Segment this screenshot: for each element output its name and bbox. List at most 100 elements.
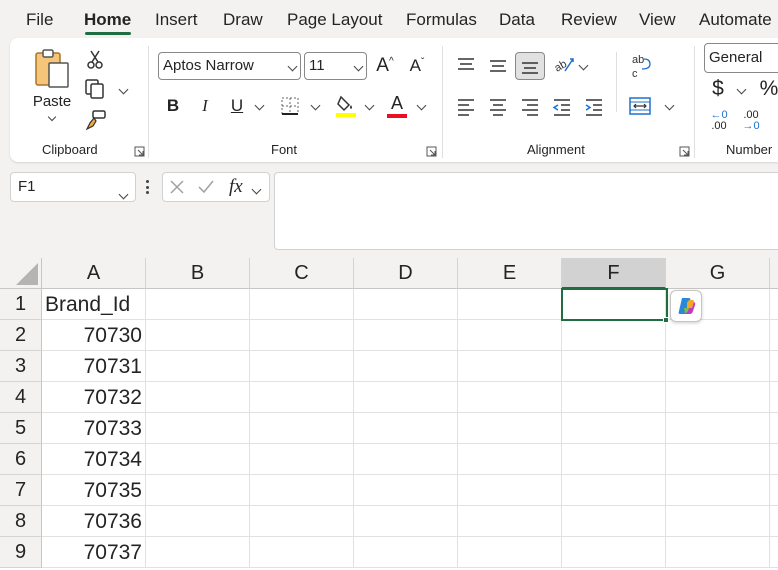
name-box-dropdown-icon[interactable] bbox=[118, 180, 129, 208]
cell-e9[interactable] bbox=[458, 537, 562, 568]
cell-b3[interactable] bbox=[146, 351, 250, 382]
cell-c1[interactable] bbox=[250, 289, 354, 320]
decrease-decimal-button[interactable]: .00 →0 bbox=[738, 108, 764, 134]
tab-formulas[interactable]: Formulas bbox=[406, 10, 477, 30]
cell-d8[interactable] bbox=[354, 506, 458, 537]
number-format-combo[interactable]: General bbox=[704, 43, 778, 73]
copy-dropdown-icon[interactable] bbox=[116, 82, 130, 96]
font-color-dropdown-icon[interactable] bbox=[414, 98, 428, 112]
paste-icon[interactable] bbox=[32, 46, 72, 92]
cell-a7[interactable]: 70735 bbox=[42, 475, 146, 506]
underline-button[interactable]: U bbox=[226, 94, 248, 118]
orientation-icon[interactable]: ab bbox=[552, 54, 576, 76]
merge-center-icon[interactable] bbox=[626, 94, 654, 118]
tab-home[interactable]: Home bbox=[84, 10, 131, 30]
select-all-button[interactable] bbox=[0, 258, 42, 289]
cancel-entry-icon[interactable] bbox=[169, 179, 185, 200]
tab-automate[interactable]: Automate bbox=[699, 10, 772, 30]
column-header-h[interactable] bbox=[770, 258, 778, 289]
cell-b9[interactable] bbox=[146, 537, 250, 568]
cell-a6[interactable]: 70734 bbox=[42, 444, 146, 475]
cell-b8[interactable] bbox=[146, 506, 250, 537]
cell-e3[interactable] bbox=[458, 351, 562, 382]
row-header-6[interactable]: 6 bbox=[0, 444, 42, 475]
cell-c7[interactable] bbox=[250, 475, 354, 506]
cell-g9[interactable] bbox=[666, 537, 770, 568]
cell-g8[interactable] bbox=[666, 506, 770, 537]
cell-h5[interactable] bbox=[770, 413, 778, 444]
cell-d4[interactable] bbox=[354, 382, 458, 413]
column-header-a[interactable]: A bbox=[42, 258, 146, 289]
row-header-5[interactable]: 5 bbox=[0, 413, 42, 444]
row-header-4[interactable]: 4 bbox=[0, 382, 42, 413]
cell-b2[interactable] bbox=[146, 320, 250, 351]
cell-f4[interactable] bbox=[562, 382, 666, 413]
align-center-icon[interactable] bbox=[486, 96, 510, 118]
format-painter-icon[interactable] bbox=[84, 108, 108, 132]
cell-b7[interactable] bbox=[146, 475, 250, 506]
row-header-2[interactable]: 2 bbox=[0, 320, 42, 351]
cell-d3[interactable] bbox=[354, 351, 458, 382]
formula-bar-grip-icon[interactable] bbox=[146, 180, 150, 194]
cell-g2[interactable] bbox=[666, 320, 770, 351]
cell-g5[interactable] bbox=[666, 413, 770, 444]
tab-page-layout[interactable]: Page Layout bbox=[287, 10, 382, 30]
wrap-text-icon[interactable]: ab c bbox=[628, 52, 654, 80]
confirm-entry-icon[interactable] bbox=[197, 179, 215, 200]
cell-h1[interactable] bbox=[770, 289, 778, 320]
font-dialog-launcher-icon[interactable] bbox=[426, 144, 437, 157]
cell-g6[interactable] bbox=[666, 444, 770, 475]
align-bottom-icon[interactable] bbox=[515, 52, 545, 80]
copilot-button[interactable] bbox=[670, 290, 702, 322]
cell-a3[interactable]: 70731 bbox=[42, 351, 146, 382]
tab-file[interactable]: File bbox=[26, 10, 53, 30]
tab-review[interactable]: Review bbox=[561, 10, 617, 30]
font-size-combo[interactable]: 11 bbox=[304, 52, 367, 80]
cell-d6[interactable] bbox=[354, 444, 458, 475]
font-color-button[interactable]: A bbox=[386, 92, 408, 120]
row-header-1[interactable]: 1 bbox=[0, 289, 42, 320]
tab-view[interactable]: View bbox=[639, 10, 676, 30]
paste-button[interactable]: Paste bbox=[32, 92, 72, 110]
alignment-dialog-launcher-icon[interactable] bbox=[679, 144, 690, 157]
merge-center-dropdown-icon[interactable] bbox=[662, 98, 676, 112]
cell-e5[interactable] bbox=[458, 413, 562, 444]
cell-d1[interactable] bbox=[354, 289, 458, 320]
row-header-9[interactable]: 9 bbox=[0, 537, 42, 568]
cell-h7[interactable] bbox=[770, 475, 778, 506]
font-name-dropdown-icon[interactable] bbox=[287, 53, 298, 79]
cell-h9[interactable] bbox=[770, 537, 778, 568]
cell-a5[interactable]: 70733 bbox=[42, 413, 146, 444]
cell-h3[interactable] bbox=[770, 351, 778, 382]
fill-handle[interactable] bbox=[663, 317, 669, 323]
column-header-d[interactable]: D bbox=[354, 258, 458, 289]
column-header-c[interactable]: C bbox=[250, 258, 354, 289]
cell-c9[interactable] bbox=[250, 537, 354, 568]
cell-f3[interactable] bbox=[562, 351, 666, 382]
cell-e1[interactable] bbox=[458, 289, 562, 320]
cell-d5[interactable] bbox=[354, 413, 458, 444]
increase-indent-icon[interactable] bbox=[582, 96, 606, 118]
cell-a8[interactable]: 70736 bbox=[42, 506, 146, 537]
cell-b4[interactable] bbox=[146, 382, 250, 413]
cell-f5[interactable] bbox=[562, 413, 666, 444]
font-name-combo[interactable]: Aptos Narrow bbox=[158, 52, 301, 80]
cell-b6[interactable] bbox=[146, 444, 250, 475]
cell-f9[interactable] bbox=[562, 537, 666, 568]
underline-dropdown-icon[interactable] bbox=[252, 98, 266, 112]
orientation-dropdown-icon[interactable] bbox=[576, 58, 590, 72]
clipboard-dialog-launcher-icon[interactable] bbox=[134, 144, 145, 157]
row-header-7[interactable]: 7 bbox=[0, 475, 42, 506]
column-header-b[interactable]: B bbox=[146, 258, 250, 289]
cell-h4[interactable] bbox=[770, 382, 778, 413]
align-left-icon[interactable] bbox=[454, 96, 478, 118]
column-header-g[interactable]: G bbox=[666, 258, 770, 289]
cell-c3[interactable] bbox=[250, 351, 354, 382]
cell-e7[interactable] bbox=[458, 475, 562, 506]
fill-color-dropdown-icon[interactable] bbox=[362, 98, 376, 112]
tab-insert[interactable]: Insert bbox=[155, 10, 198, 30]
cell-f7[interactable] bbox=[562, 475, 666, 506]
fill-color-icon[interactable] bbox=[334, 92, 358, 120]
cell-a9[interactable]: 70737 bbox=[42, 537, 146, 568]
cell-e2[interactable] bbox=[458, 320, 562, 351]
